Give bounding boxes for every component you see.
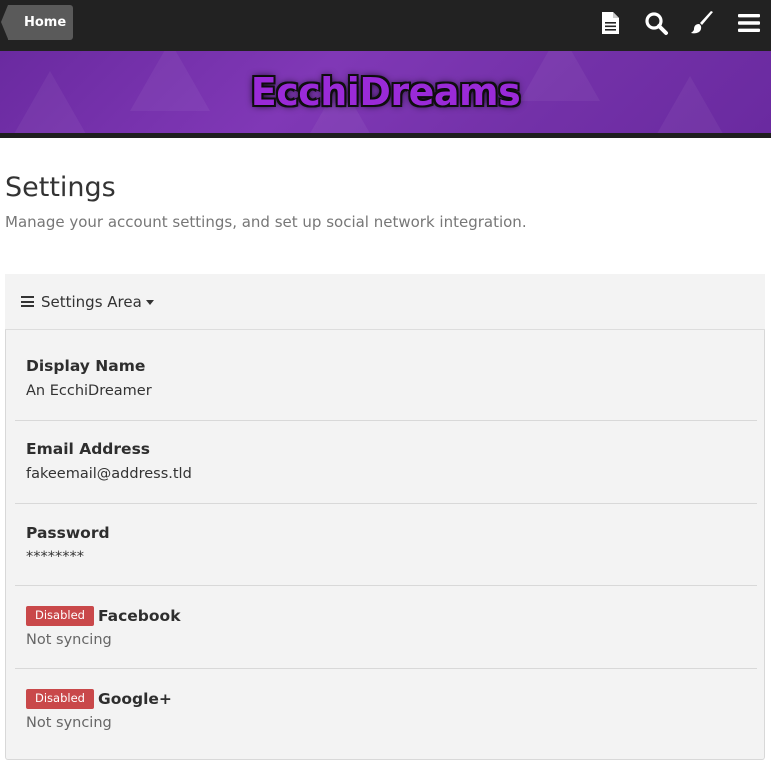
banner-divider [0,133,771,138]
setting-label-group: Disabled Facebook [26,606,181,626]
menu-icon[interactable] [736,10,762,36]
setting-label: Facebook [97,607,181,625]
setting-row-facebook[interactable]: Disabled Facebook Not syncing [15,586,757,669]
setting-label: Password [26,524,110,542]
site-banner: EcchiDreams [0,51,771,133]
setting-row-google-plus[interactable]: Disabled Google+ Not syncing [15,669,757,760]
settings-area-dropdown[interactable]: Settings Area [5,274,765,330]
search-icon[interactable] [643,10,669,36]
site-logo[interactable]: EcchiDreams [0,51,771,133]
home-button[interactable]: Home [1,5,73,40]
status-badge: Disabled [26,689,94,709]
setting-value: ******** [26,549,84,565]
setting-label: Google+ [97,690,172,708]
page-title: Settings [5,172,116,203]
settings-panel: Display Name An EcchiDreamer Email Addre… [5,330,765,760]
document-icon[interactable] [597,10,623,36]
setting-value: An EcchiDreamer [26,383,152,399]
setting-row-email[interactable]: Email Address fakeemail@address.tld [15,421,757,504]
caret-down-icon [145,300,154,305]
top-bar: Home [0,0,771,51]
setting-value: Not syncing [26,632,112,648]
status-badge: Disabled [26,606,94,626]
list-icon [21,296,34,307]
setting-row-display-name[interactable]: Display Name An EcchiDreamer [15,330,757,421]
settings-area-label: Settings Area [41,292,142,311]
brush-icon[interactable] [689,10,715,36]
setting-value: Not syncing [26,715,112,731]
setting-row-password[interactable]: Password ******** [15,504,757,586]
page-subtitle: Manage your account settings, and set up… [5,213,527,231]
setting-label-group: Disabled Google+ [26,689,172,709]
setting-value: fakeemail@address.tld [26,466,192,482]
setting-label: Display Name [26,357,146,375]
setting-label: Email Address [26,440,151,458]
